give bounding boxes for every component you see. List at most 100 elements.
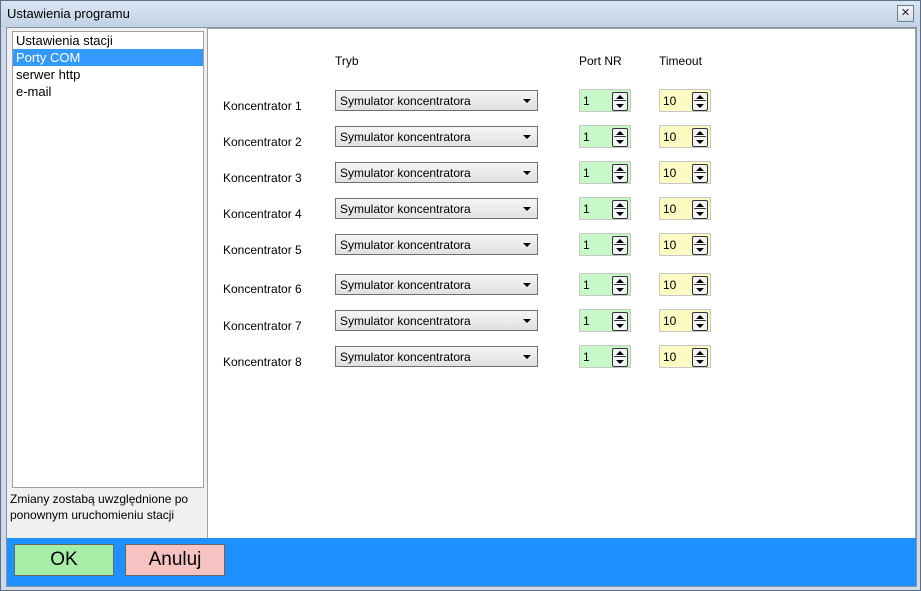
timeout-stepper[interactable]: 10 (659, 125, 711, 148)
arrow-up-icon[interactable] (616, 167, 624, 171)
arrow-down-icon[interactable] (616, 104, 624, 108)
chevron-down-icon (523, 171, 531, 175)
port-number-value: 1 (583, 350, 590, 364)
timeout-value: 10 (663, 166, 677, 180)
spin-buttons[interactable] (612, 164, 628, 183)
spin-buttons[interactable] (692, 200, 708, 219)
nav-item-http-server[interactable]: serwer http (13, 66, 203, 83)
spin-divider (614, 172, 626, 173)
timeout-value: 10 (663, 314, 677, 328)
port-number-stepper[interactable]: 1 (579, 345, 631, 368)
port-number-stepper[interactable]: 1 (579, 233, 631, 256)
mode-select[interactable]: Symulator koncentratora (335, 346, 538, 367)
timeout-value: 10 (663, 202, 677, 216)
arrow-up-icon[interactable] (696, 279, 704, 283)
arrow-down-icon[interactable] (616, 360, 624, 364)
arrow-up-icon[interactable] (696, 131, 704, 135)
port-number-stepper[interactable]: 1 (579, 197, 631, 220)
arrow-down-icon[interactable] (696, 212, 704, 216)
spin-buttons[interactable] (692, 348, 708, 367)
title-bar[interactable]: Ustawienia programu ✕ (1, 1, 920, 27)
arrow-down-icon[interactable] (616, 212, 624, 216)
mode-select-value: Symulator koncentratora (340, 238, 471, 252)
button-bar: OK Anuluj (7, 538, 916, 586)
arrow-down-icon[interactable] (616, 324, 624, 328)
arrow-down-icon[interactable] (696, 140, 704, 144)
spin-buttons[interactable] (692, 92, 708, 111)
settings-category-list[interactable]: Ustawienia stacji Porty COM serwer http … (12, 31, 204, 488)
arrow-down-icon[interactable] (696, 324, 704, 328)
nav-item-station-settings[interactable]: Ustawienia stacji (13, 32, 203, 49)
row-label: Koncentrator 1 (223, 99, 302, 113)
nav-item-email[interactable]: e-mail (13, 83, 203, 100)
mode-select[interactable]: Symulator koncentratora (335, 274, 538, 295)
timeout-stepper[interactable]: 10 (659, 345, 711, 368)
mode-select[interactable]: Symulator koncentratora (335, 198, 538, 219)
mode-select[interactable]: Symulator koncentratora (335, 126, 538, 147)
spin-buttons[interactable] (612, 276, 628, 295)
spin-buttons[interactable] (612, 348, 628, 367)
mode-select[interactable]: Symulator koncentratora (335, 310, 538, 331)
arrow-down-icon[interactable] (696, 288, 704, 292)
spin-buttons[interactable] (692, 312, 708, 331)
port-number-stepper[interactable]: 1 (579, 89, 631, 112)
left-panel: Ustawienia stacji Porty COM serwer http … (7, 28, 205, 538)
arrow-up-icon[interactable] (616, 239, 624, 243)
nav-item-com-ports[interactable]: Porty COM (13, 49, 203, 66)
spin-buttons[interactable] (692, 236, 708, 255)
arrow-up-icon[interactable] (696, 167, 704, 171)
port-number-value: 1 (583, 166, 590, 180)
spin-buttons[interactable] (612, 312, 628, 331)
port-number-stepper[interactable]: 1 (579, 273, 631, 296)
mode-select[interactable]: Symulator koncentratora (335, 234, 538, 255)
timeout-stepper[interactable]: 10 (659, 273, 711, 296)
port-number-value: 1 (583, 278, 590, 292)
timeout-stepper[interactable]: 10 (659, 161, 711, 184)
mode-select[interactable]: Symulator koncentratora (335, 162, 538, 183)
arrow-up-icon[interactable] (696, 203, 704, 207)
spin-divider (694, 244, 706, 245)
arrow-down-icon[interactable] (696, 248, 704, 252)
arrow-down-icon[interactable] (696, 360, 704, 364)
ok-button[interactable]: OK (14, 544, 114, 576)
cancel-button[interactable]: Anuluj (125, 544, 225, 576)
spin-divider (614, 136, 626, 137)
arrow-up-icon[interactable] (616, 315, 624, 319)
row-label: Koncentrator 4 (223, 207, 302, 221)
spin-buttons[interactable] (692, 128, 708, 147)
arrow-up-icon[interactable] (616, 131, 624, 135)
arrow-down-icon[interactable] (696, 176, 704, 180)
arrow-up-icon[interactable] (616, 279, 624, 283)
spin-buttons[interactable] (692, 276, 708, 295)
arrow-up-icon[interactable] (696, 239, 704, 243)
arrow-up-icon[interactable] (616, 351, 624, 355)
chevron-down-icon (523, 243, 531, 247)
arrow-down-icon[interactable] (696, 104, 704, 108)
spin-divider (694, 284, 706, 285)
timeout-stepper[interactable]: 10 (659, 309, 711, 332)
arrow-up-icon[interactable] (616, 203, 624, 207)
mode-select[interactable]: Symulator koncentratora (335, 90, 538, 111)
column-header-mode: Tryb (335, 54, 359, 68)
arrow-up-icon[interactable] (696, 315, 704, 319)
spin-buttons[interactable] (612, 128, 628, 147)
arrow-down-icon[interactable] (616, 248, 624, 252)
arrow-down-icon[interactable] (616, 176, 624, 180)
arrow-down-icon[interactable] (616, 288, 624, 292)
spin-buttons[interactable] (612, 236, 628, 255)
timeout-stepper[interactable]: 10 (659, 89, 711, 112)
arrow-up-icon[interactable] (616, 95, 624, 99)
port-number-stepper[interactable]: 1 (579, 161, 631, 184)
timeout-stepper[interactable]: 10 (659, 197, 711, 220)
arrow-up-icon[interactable] (696, 95, 704, 99)
timeout-stepper[interactable]: 10 (659, 233, 711, 256)
spin-buttons[interactable] (612, 200, 628, 219)
arrow-down-icon[interactable] (616, 140, 624, 144)
spin-buttons[interactable] (612, 92, 628, 111)
port-number-stepper[interactable]: 1 (579, 125, 631, 148)
row-label: Koncentrator 2 (223, 135, 302, 149)
close-icon[interactable]: ✕ (897, 5, 914, 22)
arrow-up-icon[interactable] (696, 351, 704, 355)
spin-buttons[interactable] (692, 164, 708, 183)
port-number-stepper[interactable]: 1 (579, 309, 631, 332)
